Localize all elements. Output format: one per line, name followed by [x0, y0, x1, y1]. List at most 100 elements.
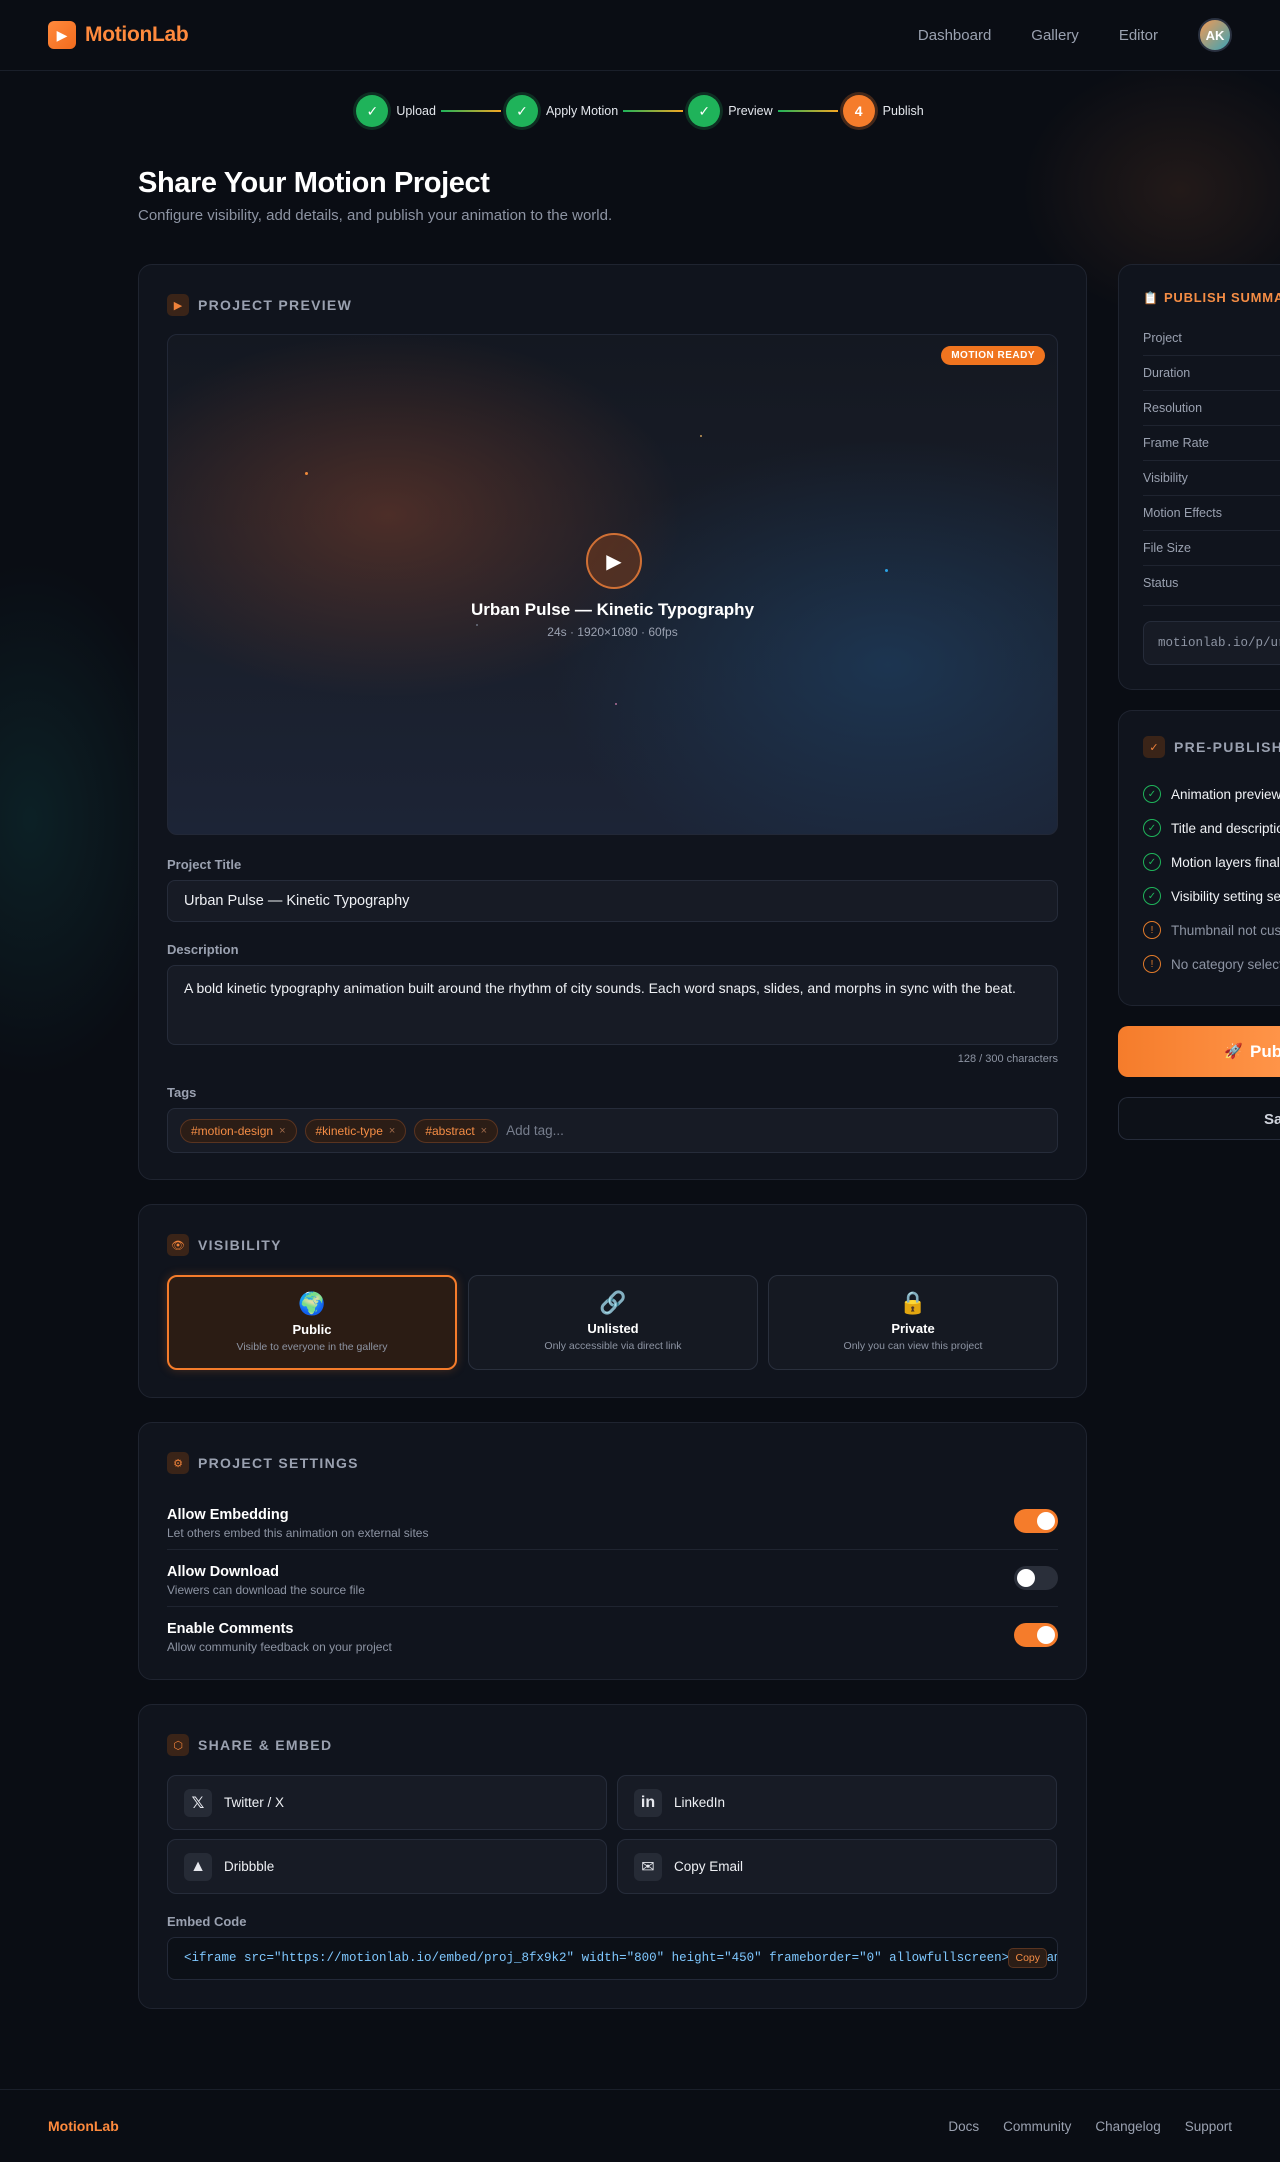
share-linkedin-button[interactable]: in LinkedIn: [617, 1775, 1057, 1830]
tags-input[interactable]: #motion-design × #kinetic-type × #abstra…: [167, 1108, 1058, 1153]
spark-dot: [305, 472, 308, 475]
nav-gallery[interactable]: Gallery: [1031, 27, 1079, 44]
spark-dot: [885, 569, 888, 572]
video-preview[interactable]: MOTION READY ▶ Urban Pulse — Kinetic Typ…: [167, 334, 1058, 835]
remove-tag-icon[interactable]: ×: [279, 1125, 285, 1137]
tag-text: #motion-design: [191, 1123, 274, 1138]
footer-links: Docs Community Changelog Support: [948, 2119, 1232, 2134]
check-icon: ✓: [505, 95, 538, 127]
check-icon: ✓: [356, 95, 389, 127]
checklist-item: ✓ Motion layers finali: [1143, 853, 1280, 871]
description-textarea[interactable]: A bold kinetic typography animation buil…: [167, 965, 1058, 1045]
visibility-option-private[interactable]: 🔒 Private Only you can view this project: [768, 1275, 1058, 1370]
tag-text: #abstract: [425, 1123, 475, 1138]
step-connector: [777, 110, 838, 112]
embedding-toggle[interactable]: [1014, 1509, 1058, 1533]
check-icon: ✓: [1143, 853, 1161, 871]
check-icon: ✓: [1143, 887, 1161, 905]
footer-link-support[interactable]: Support: [1185, 2119, 1232, 2134]
embed-code-label: Embed Code: [167, 1914, 247, 1929]
setting-name: Allow Embedding: [167, 1507, 289, 1523]
summary-resolution: Resolution: [1143, 401, 1203, 415]
step-label: Publish: [882, 104, 924, 118]
play-button[interactable]: ▶: [586, 533, 642, 589]
prepublish-checklist-card: ✓ PRE-PUBLISH ✓ Animation preview ✓ Titl…: [1118, 710, 1280, 1006]
setting-name: Allow Download: [167, 1564, 279, 1580]
save-draft-button[interactable]: Sa: [1118, 1097, 1280, 1140]
checklist-text: Visibility setting sel: [1171, 888, 1280, 904]
check-icon: ✓: [1143, 785, 1161, 803]
share-twitter-button[interactable]: 𝕏 Twitter / X: [167, 1775, 607, 1830]
embed-code: <iframe src="https://motionlab.io/embed/…: [184, 1951, 1058, 1965]
footer-brand[interactable]: MotionLab: [48, 2118, 119, 2134]
tag-chip: #kinetic-type ×: [304, 1118, 407, 1143]
publish-button[interactable]: 🚀 Pub: [1118, 1026, 1280, 1077]
remove-tag-icon[interactable]: ×: [481, 1125, 487, 1137]
share-email-button[interactable]: ✉ Copy Email: [617, 1839, 1057, 1894]
share-dribbble-button[interactable]: ▲ Dribbble: [167, 1839, 607, 1894]
setting-enable-comments: Enable Comments Allow community feedback…: [167, 1607, 1058, 1664]
divider: [1143, 390, 1280, 391]
comments-toggle[interactable]: [1014, 1623, 1058, 1647]
setting-desc: Viewers can download the source file: [167, 1583, 365, 1597]
description-label: Description: [167, 942, 239, 957]
checklist-item: ✓ Title and descriptio: [1143, 819, 1280, 837]
summary-visibility: Visibility: [1143, 471, 1188, 485]
card-header: ✓ PRE-PUBLISH: [1143, 736, 1280, 758]
summary-file-size: File Size: [1143, 541, 1191, 555]
save-label: Sa: [1264, 1111, 1280, 1128]
visibility-option-unlisted[interactable]: 🔗 Unlisted Only accessible via direct li…: [468, 1275, 758, 1370]
option-desc: Visible to everyone in the gallery: [236, 1341, 388, 1353]
checklist-text: Thumbnail not cust: [1171, 922, 1280, 938]
nav-editor[interactable]: Editor: [1119, 27, 1158, 44]
dribbble-icon: ▲: [184, 1852, 212, 1881]
add-tag-input[interactable]: Add tag...: [506, 1123, 564, 1138]
step-number: 4: [842, 95, 875, 127]
footer-link-docs[interactable]: Docs: [948, 2119, 979, 2134]
nav-dashboard[interactable]: Dashboard: [918, 27, 991, 44]
top-navigation-bar: ▶ MotionLab Dashboard Gallery Editor AK: [0, 0, 1280, 71]
spark-dot: [615, 703, 617, 705]
project-title-input[interactable]: Urban Pulse — Kinetic Typography: [167, 880, 1058, 922]
divider: [1143, 460, 1280, 461]
page-title: Share Your Motion Project: [138, 167, 490, 199]
footer-link-community[interactable]: Community: [1003, 2119, 1071, 2134]
setting-desc: Allow community feedback on your project: [167, 1640, 392, 1654]
play-icon: ▶: [48, 21, 76, 49]
checklist-text: Motion layers finali: [1171, 854, 1280, 870]
download-toggle[interactable]: [1014, 1566, 1058, 1590]
lock-icon: 🔒: [899, 1290, 927, 1315]
option-desc: Only accessible via direct link: [544, 1340, 682, 1352]
card-header: 👁 VISIBILITY: [167, 1234, 282, 1256]
rocket-icon: 🚀: [1224, 1043, 1243, 1060]
step-label: Preview: [728, 104, 773, 118]
user-avatar[interactable]: AK: [1198, 18, 1232, 52]
checklist-item: ! No category select: [1143, 955, 1280, 973]
link-icon: 🔗: [599, 1290, 627, 1315]
tag-text: #kinetic-type: [315, 1123, 383, 1138]
card-title: PUBLISH SUMMA: [1163, 290, 1280, 305]
page-subtitle: Configure visibility, add details, and p…: [138, 207, 613, 224]
card-title: PROJECT PREVIEW: [198, 297, 353, 313]
brand-logo[interactable]: ▶ MotionLab: [48, 21, 189, 49]
project-url-field[interactable]: motionlab.io/p/ur: [1143, 621, 1280, 665]
visibility-option-public[interactable]: 🌍 Public Visible to everyone in the gall…: [167, 1275, 457, 1370]
linkedin-icon: in: [634, 1788, 662, 1817]
copy-embed-button[interactable]: Copy: [1008, 1948, 1047, 1968]
embed-code-box[interactable]: <iframe src="https://motionlab.io/embed/…: [167, 1937, 1058, 1980]
divider: [1143, 565, 1280, 566]
play-icon: ▶: [606, 550, 622, 573]
checklist-item: ✓ Visibility setting sel: [1143, 887, 1280, 905]
footer-link-changelog[interactable]: Changelog: [1095, 2119, 1160, 2134]
step-publish: 4 Publish: [842, 95, 924, 127]
card-header: ⬡ SHARE & EMBED: [167, 1734, 332, 1756]
checklist-item: ! Thumbnail not cust: [1143, 921, 1280, 939]
divider: [1143, 530, 1280, 531]
card-header: 📋 PUBLISH SUMMA: [1143, 290, 1280, 305]
summary-motion-effects: Motion Effects: [1143, 506, 1222, 520]
check-icon: ✓: [1143, 819, 1161, 837]
setting-allow-embedding: Allow Embedding Let others embed this an…: [167, 1493, 1058, 1550]
project-settings-card: ⚙ PROJECT SETTINGS Allow Embedding Let o…: [138, 1422, 1087, 1680]
remove-tag-icon[interactable]: ×: [389, 1125, 395, 1137]
warning-icon: !: [1143, 955, 1161, 973]
